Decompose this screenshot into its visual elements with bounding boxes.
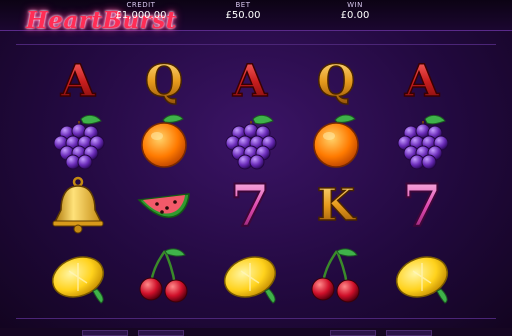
grapes-symbol bbox=[43, 111, 113, 171]
cherries-symbol bbox=[301, 245, 371, 305]
grapes-symbol bbox=[215, 111, 285, 171]
svg-text:A: A bbox=[60, 56, 96, 107]
ace-symbol: A bbox=[215, 50, 285, 110]
reel-grid: A Q A 7 Q K A 7 bbox=[0, 0, 512, 336]
bottom-bar bbox=[0, 328, 512, 336]
ace-symbol: A bbox=[387, 50, 457, 110]
orange-symbol bbox=[301, 111, 371, 171]
svg-text:7: 7 bbox=[402, 174, 442, 234]
orange-symbol bbox=[129, 111, 199, 171]
lemon-symbol bbox=[43, 245, 113, 305]
svg-text:Q: Q bbox=[317, 56, 355, 107]
seven-symbol: 7 bbox=[387, 174, 457, 234]
control-button-2[interactable] bbox=[138, 330, 184, 336]
king-symbol: K bbox=[301, 174, 371, 234]
lemon-symbol bbox=[215, 245, 285, 305]
bell-symbol bbox=[43, 174, 113, 234]
svg-text:A: A bbox=[232, 56, 268, 107]
ace-symbol: A bbox=[43, 50, 113, 110]
grapes-symbol bbox=[387, 111, 457, 171]
svg-text:A: A bbox=[404, 56, 440, 107]
watermelon-symbol bbox=[129, 174, 199, 234]
control-button-4[interactable] bbox=[386, 330, 432, 336]
control-button-3[interactable] bbox=[330, 330, 376, 336]
control-button-1[interactable] bbox=[82, 330, 128, 336]
svg-text:Q: Q bbox=[145, 56, 183, 107]
svg-text:K: K bbox=[317, 180, 357, 231]
lemon-symbol bbox=[387, 245, 457, 305]
cherries-symbol bbox=[129, 245, 199, 305]
svg-text:7: 7 bbox=[230, 174, 270, 234]
queen-symbol: Q bbox=[301, 50, 371, 110]
seven-symbol: 7 bbox=[215, 174, 285, 234]
queen-symbol: Q bbox=[129, 50, 199, 110]
